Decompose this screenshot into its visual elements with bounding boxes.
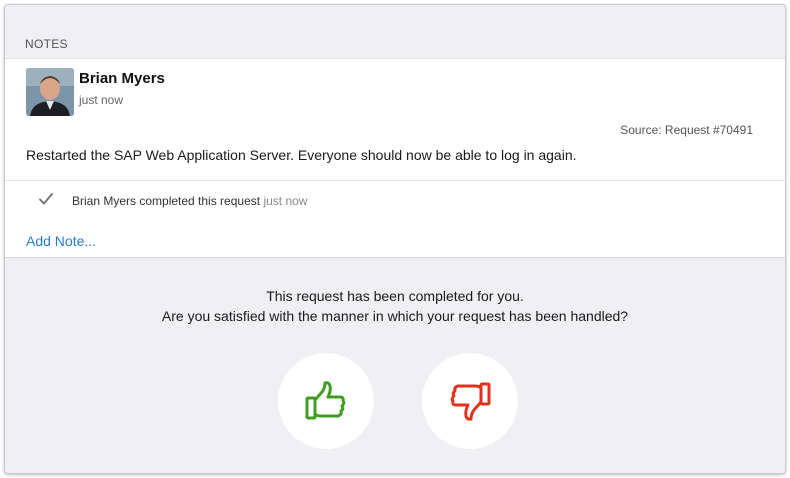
satisfaction-question: Are you satisfied with the manner in whi… (161, 308, 629, 324)
activity-description: Brian Myers completed this request (72, 194, 261, 208)
note-item: Brian Myers just now Source: Request #70… (5, 59, 785, 181)
satisfaction-panel: This request has been completed for you.… (5, 257, 785, 473)
avatar (26, 68, 74, 116)
thumbs-down-button[interactable] (422, 353, 518, 449)
notes-header: NOTES (5, 5, 785, 59)
note-body: Restarted the SAP Web Application Server… (26, 147, 577, 163)
thumbs-up-icon (305, 381, 346, 420)
notes-card: NOTES Brian Myers just now Source: Reque… (4, 4, 786, 474)
thumbs-down-icon (450, 382, 491, 421)
add-note-link[interactable]: Add Note... (26, 233, 96, 249)
checkmark-icon (39, 193, 53, 205)
note-timestamp: just now (79, 93, 124, 107)
activity-time: just now (263, 194, 308, 208)
completion-message: This request has been completed for you. (266, 288, 524, 304)
notes-section-title: NOTES (25, 37, 68, 51)
activity-entry: Brian Myers completed this request just … (5, 181, 785, 221)
note-source: Source: Request #70491 (620, 123, 753, 137)
activity-text: Brian Myers completed this request just … (72, 194, 307, 208)
thumbs-up-button[interactable] (278, 353, 374, 449)
note-author[interactable]: Brian Myers (79, 70, 165, 87)
